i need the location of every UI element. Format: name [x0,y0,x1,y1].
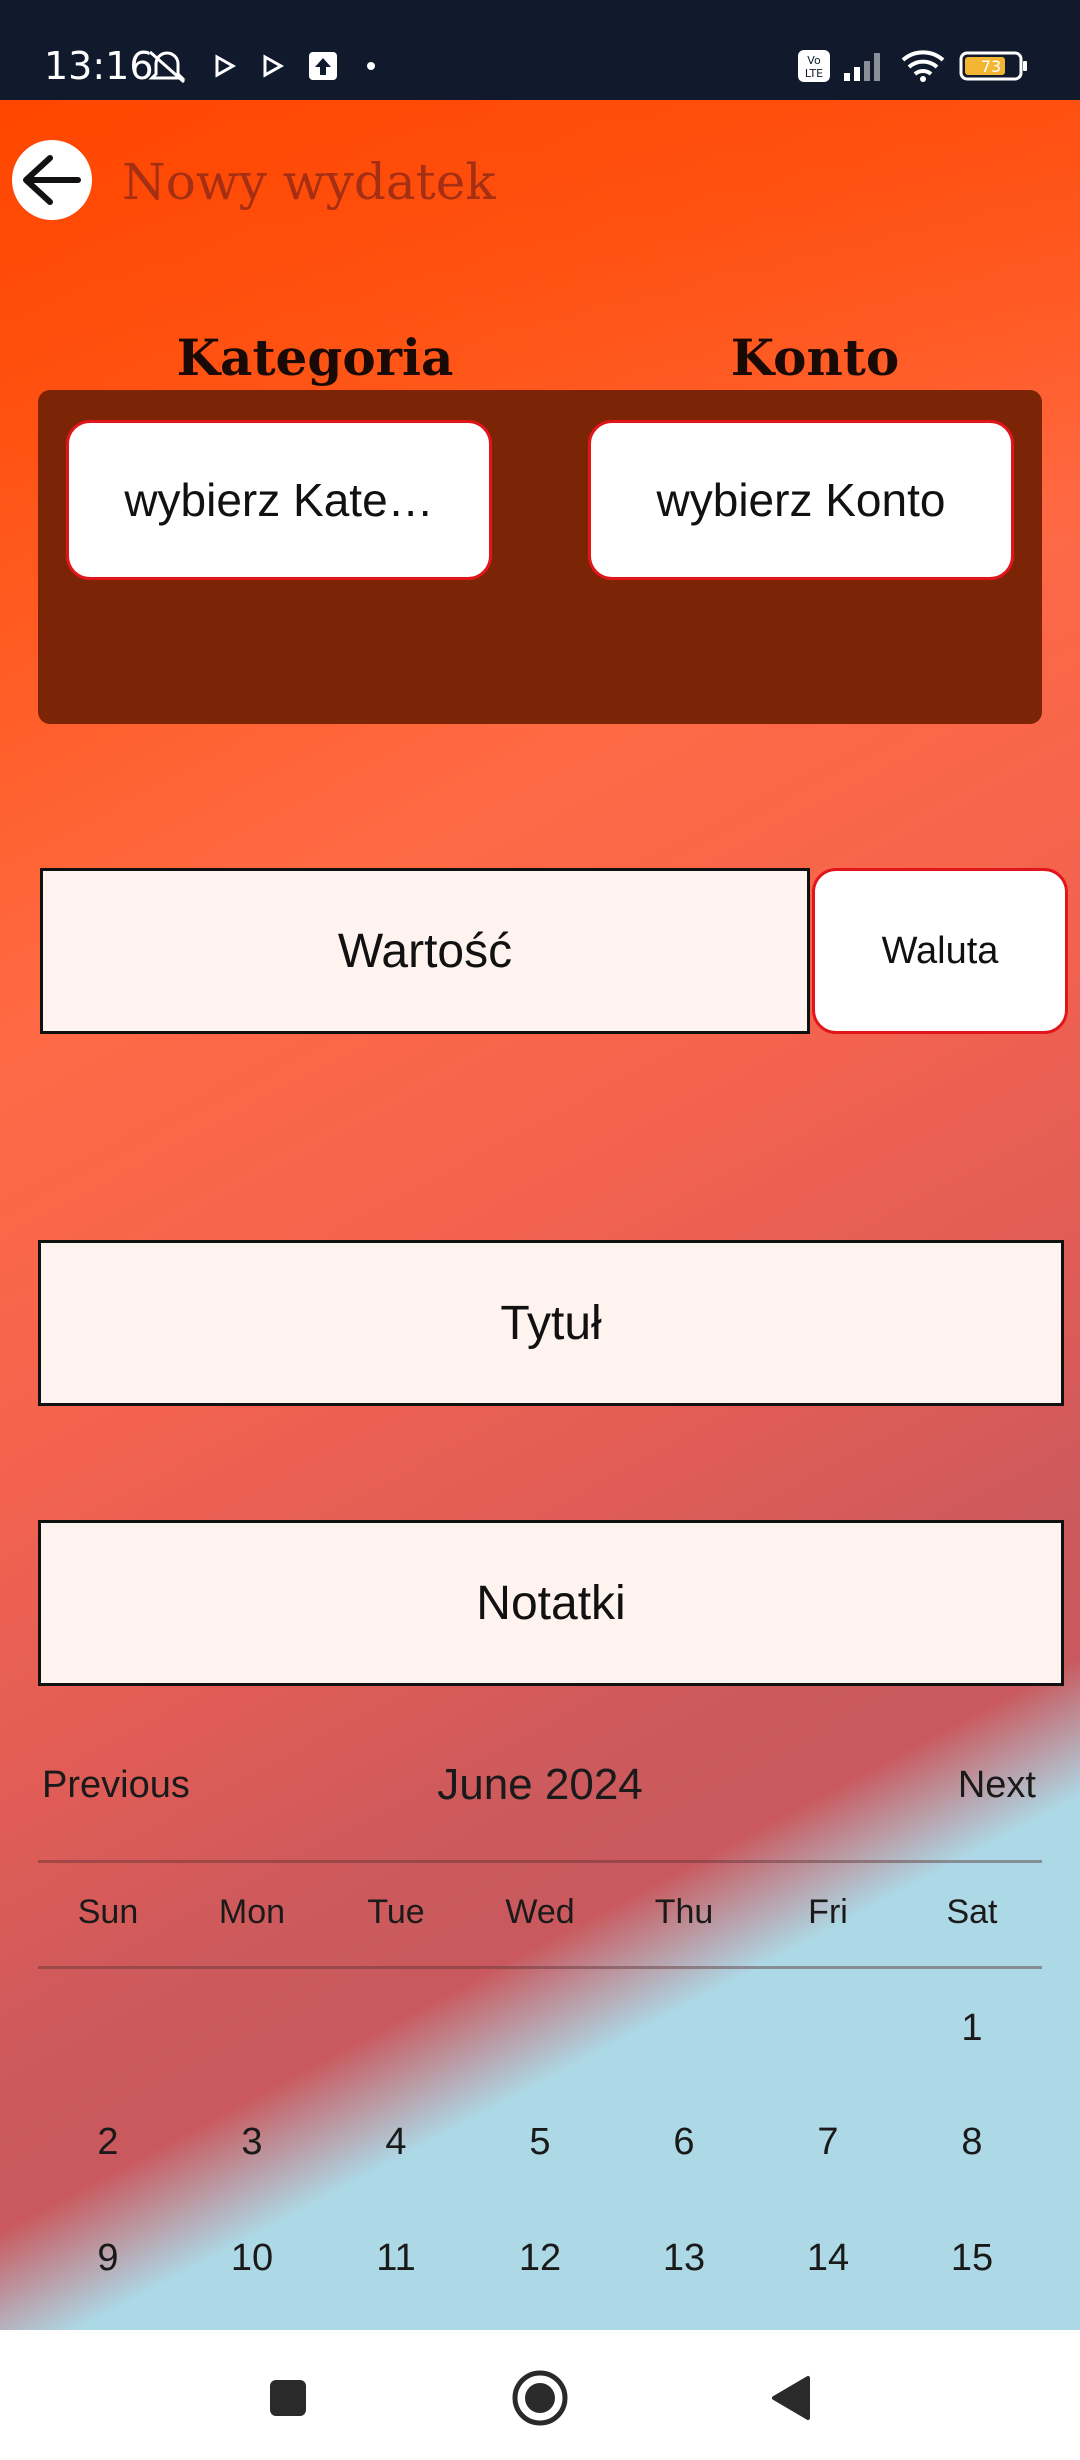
status-time: 13:16 [44,44,154,88]
calendar-day[interactable]: 12 [468,2234,612,2282]
calendar-day[interactable]: 11 [324,2234,468,2282]
calendar-divider-top [38,1860,1042,1863]
back-nav-button[interactable] [760,2368,820,2428]
play-icon [210,48,240,84]
home-button[interactable] [510,2368,570,2428]
title-input[interactable]: Tytuł [38,1240,1064,1406]
calendar-day[interactable]: 5 [468,2118,612,2166]
page-title: Nowy wydatek [122,153,496,211]
calendar-day[interactable]: 4 [324,2118,468,2166]
choose-account-button[interactable]: wybierz Konto [588,420,1014,580]
triangle-back-icon [772,2376,810,2420]
svg-text:Vo: Vo [807,54,821,67]
back-button[interactable] [12,140,92,220]
calendar-day[interactable]: 9 [36,2234,180,2282]
value-input[interactable]: Wartość [40,868,810,1034]
choose-category-button[interactable]: wybierz Kate… [66,420,492,580]
calendar-day[interactable]: 3 [180,2118,324,2166]
wifi-icon [898,48,948,84]
app-screen: Nowy wydatek Kategoria Konto wybierz Kat… [0,100,1080,2330]
calendar-month-label: June 2024 [437,1760,643,1809]
weekday-sun: Sun [77,1893,139,1931]
status-bar: 13:16 Vo LTE 73 [0,0,1080,100]
calendar-divider-bottom [38,1966,1042,1969]
calendar-next-button[interactable]: Next [958,1760,1036,1810]
weekday-wed: Wed [505,1893,575,1931]
circle-icon [512,2370,568,2426]
account-label: Konto [730,328,900,387]
calendar-day[interactable]: 10 [180,2234,324,2282]
arrow-left-icon [23,155,81,205]
calendar-day[interactable]: 14 [756,2234,900,2282]
calendar-day[interactable]: 15 [900,2234,1044,2282]
calendar-day[interactable]: 7 [756,2118,900,2166]
dot-icon [362,48,380,84]
calendar-day[interactable]: 8 [900,2118,1044,2166]
weekday-sat: Sat [946,1893,998,1931]
calendar-day[interactable]: 6 [612,2118,756,2166]
volte-icon: Vo LTE [796,48,832,84]
weekday-tue: Tue [367,1893,425,1931]
square-icon [270,2380,306,2416]
calendar-day[interactable]: 13 [612,2234,756,2282]
weekday-fri: Fri [808,1893,848,1931]
battery-icon: 73 [958,48,1030,84]
signal-icon [840,48,890,84]
svg-text:73: 73 [981,57,1001,76]
play-icon-2 [258,48,288,84]
svg-text:LTE: LTE [805,67,823,80]
system-nav-bar [0,2330,1080,2460]
currency-button[interactable]: Waluta [812,868,1068,1034]
upload-icon [306,48,340,84]
mute-alarm-icon [142,48,192,84]
calendar-day[interactable]: 1 [900,2004,1044,2052]
weekday-thu: Thu [654,1893,714,1931]
notes-input[interactable]: Notatki [38,1520,1064,1686]
category-label: Kategoria [176,328,454,387]
recents-button[interactable] [258,2368,318,2428]
weekday-mon: Mon [218,1893,286,1931]
calendar-day[interactable]: 2 [36,2118,180,2166]
